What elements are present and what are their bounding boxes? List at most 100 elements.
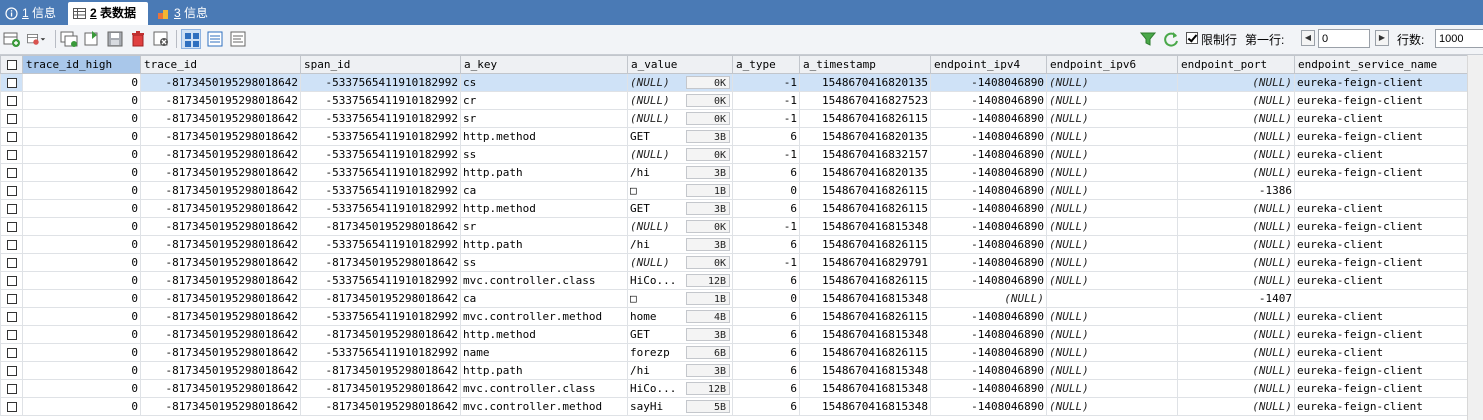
cell-a-type[interactable]: 6 (732, 271, 800, 290)
cell-a-timestamp[interactable]: 1548670416826115 (799, 307, 931, 326)
cell-endpoint-service-name[interactable] (1294, 181, 1469, 200)
cell-endpoint-ipv4[interactable]: (NULL) (930, 289, 1047, 308)
cancel-edit-icon[interactable] (151, 29, 171, 49)
value-size-badge[interactable]: 1B (686, 292, 730, 305)
cell-a-timestamp[interactable]: 1548670416829791 (799, 253, 931, 272)
table-row[interactable]: 0 -8173450195298018642 -817345019529801864… (0, 253, 1469, 272)
cell-a-value[interactable]: GET 3B (627, 325, 733, 344)
cell-endpoint-ipv4[interactable]: -1408046890 (930, 361, 1047, 380)
cell-trace-id-high[interactable]: 0 (22, 253, 141, 272)
cell-trace-id[interactable]: -8173450195298018642 (140, 325, 301, 344)
cell-span-id[interactable]: -5337565411910182992 (300, 343, 461, 362)
cell-endpoint-service-name[interactable]: eureka-client (1294, 145, 1469, 164)
cell-trace-id-high[interactable]: 0 (22, 289, 141, 308)
cell-a-timestamp[interactable]: 1548670416820135 (799, 73, 931, 92)
cell-a-value[interactable]: /hi 3B (627, 235, 733, 254)
value-size-badge[interactable]: 0K (686, 94, 730, 107)
cell-endpoint-ipv6[interactable]: (NULL) (1046, 217, 1178, 236)
table-row[interactable]: 0 -817345019529801864​2 -53375654119101829… (0, 73, 1469, 92)
cell-endpoint-ipv4[interactable]: -1408046890 (930, 91, 1047, 110)
value-size-badge[interactable]: 6B (686, 346, 730, 359)
cell-endpoint-ipv4[interactable]: -1408046890 (930, 145, 1047, 164)
cell-endpoint-ipv6[interactable]: (NULL) (1046, 181, 1178, 200)
column-header-a-type[interactable]: a_type (732, 55, 800, 74)
cell-a-timestamp[interactable]: 1548670416820135 (799, 127, 931, 146)
cell-endpoint-service-name[interactable]: eureka-feign-client (1294, 325, 1469, 344)
cell-endpoint-ipv6[interactable]: (NULL) (1046, 91, 1178, 110)
cell-a-key[interactable]: cs (460, 73, 628, 92)
column-header-a-timestamp[interactable]: a_timestamp (799, 55, 931, 74)
table-row[interactable]: 0 -8173450195298018642 -817345019529801864… (0, 325, 1469, 344)
cell-a-value[interactable]: forezp 6B (627, 343, 733, 362)
cell-span-id[interactable]: -5337565411910182992 (300, 181, 461, 200)
cell-a-key[interactable]: ss (460, 253, 628, 272)
row-checkbox[interactable] (0, 253, 23, 272)
cell-endpoint-port[interactable]: (NULL) (1177, 271, 1295, 290)
cell-endpoint-ipv4[interactable]: -1408046890 (930, 127, 1047, 146)
cell-endpoint-ipv4[interactable]: -1408046890 (930, 199, 1047, 218)
cell-trace-id[interactable]: -8173450195298018642 (140, 163, 301, 182)
cell-a-value[interactable]: (NULL) 0K (627, 109, 733, 128)
cell-a-timestamp[interactable]: 1548670416826115 (799, 235, 931, 254)
value-size-badge[interactable]: 0K (686, 76, 730, 89)
cell-endpoint-service-name[interactable]: eureka-client (1294, 343, 1469, 362)
cell-a-value[interactable]: HiCo... 12B (627, 271, 733, 290)
table-row[interactable]: 0 -8173450195298018642 -817345019529801864… (0, 217, 1469, 236)
cell-span-id[interactable]: -8173450195298018642 (300, 361, 461, 380)
value-size-badge[interactable]: 5B (686, 400, 730, 413)
row-checkbox[interactable] (0, 109, 23, 128)
cell-a-key[interactable]: ss (460, 145, 628, 164)
row-checkbox[interactable] (0, 163, 23, 182)
cell-span-id[interactable]: -8173450195298018642 (300, 289, 461, 308)
cell-trace-id[interactable]: -8173450195298018642 (140, 235, 301, 254)
cell-endpoint-ipv4[interactable]: -1408046890 (930, 343, 1047, 362)
cell-trace-id[interactable]: -8173450195298018642 (140, 343, 301, 362)
cell-endpoint-service-name[interactable]: eureka-client (1294, 271, 1469, 290)
cell-a-key[interactable]: ca (460, 181, 628, 200)
cell-a-type[interactable]: 6 (732, 397, 800, 416)
cell-trace-id[interactable]: -8173450195298018642 (140, 271, 301, 290)
cell-span-id[interactable]: -8173450195298018642 (300, 325, 461, 344)
cell-endpoint-ipv4[interactable]: -1408046890 (930, 217, 1047, 236)
cell-a-key[interactable]: http.path (460, 163, 628, 182)
table-row[interactable]: 0 -8173450195298018642 -533756541191018299… (0, 307, 1469, 326)
column-header-endpoint-ipv6[interactable]: endpoint_ipv6 (1046, 55, 1178, 74)
row-checkbox[interactable] (0, 343, 23, 362)
cell-a-value[interactable]: □ 1B (627, 181, 733, 200)
grid-view-icon[interactable] (181, 29, 201, 49)
cell-endpoint-ipv4[interactable]: -1408046890 (930, 271, 1047, 290)
cell-a-type[interactable]: 6 (732, 127, 800, 146)
value-size-badge[interactable]: 3B (686, 328, 730, 341)
value-size-badge[interactable]: 12B (686, 274, 730, 287)
cell-a-timestamp[interactable]: 1548670416832157 (799, 145, 931, 164)
cell-trace-id[interactable]: -8173450195298018642 (140, 145, 301, 164)
row-checkbox[interactable] (0, 91, 23, 110)
row-checkbox[interactable] (0, 307, 23, 326)
table-row[interactable]: 0 -8173450195298018642 -533756541191018299… (0, 127, 1469, 146)
cell-trace-id[interactable]: -8173450195298018642 (140, 307, 301, 326)
row-checkbox[interactable] (0, 271, 23, 290)
cell-a-type[interactable]: 6 (732, 307, 800, 326)
cell-a-key[interactable]: name (460, 343, 628, 362)
cell-span-id[interactable]: -8173450195298018642 (300, 379, 461, 398)
cell-endpoint-ipv6[interactable]: (NULL) (1046, 253, 1178, 272)
cell-span-id[interactable]: -5337565411910182992 (300, 145, 461, 164)
cell-a-value[interactable]: /hi 3B (627, 163, 733, 182)
filter-icon[interactable] (1138, 29, 1158, 49)
cell-endpoint-ipv6[interactable]: (NULL) (1046, 199, 1178, 218)
cell-trace-id-high[interactable]: 0 (22, 343, 141, 362)
table-row[interactable]: 0 -8173450195298018642 -817345019529801864… (0, 289, 1469, 308)
cell-a-value[interactable]: (NULL) 0K (627, 73, 733, 92)
cell-endpoint-service-name[interactable]: eureka-client (1294, 199, 1469, 218)
cell-a-timestamp[interactable]: 1548670416815348 (799, 217, 931, 236)
cell-endpoint-service-name[interactable]: eureka-client (1294, 235, 1469, 254)
table-row[interactable]: 0 -8173450195298018642 -533756541191018299… (0, 343, 1469, 362)
cell-trace-id-high[interactable]: 0 (22, 181, 141, 200)
cell-endpoint-ipv6[interactable]: (NULL) (1046, 271, 1178, 290)
cell-span-id[interactable]: -8173450195298018642 (300, 397, 461, 416)
cell-endpoint-ipv4[interactable]: -1408046890 (930, 307, 1047, 326)
cell-a-timestamp[interactable]: 1548670416826115 (799, 199, 931, 218)
cell-a-key[interactable]: http.path (460, 361, 628, 380)
cell-endpoint-service-name[interactable]: eureka-feign-client (1294, 217, 1469, 236)
add-row-icon[interactable] (2, 29, 22, 49)
